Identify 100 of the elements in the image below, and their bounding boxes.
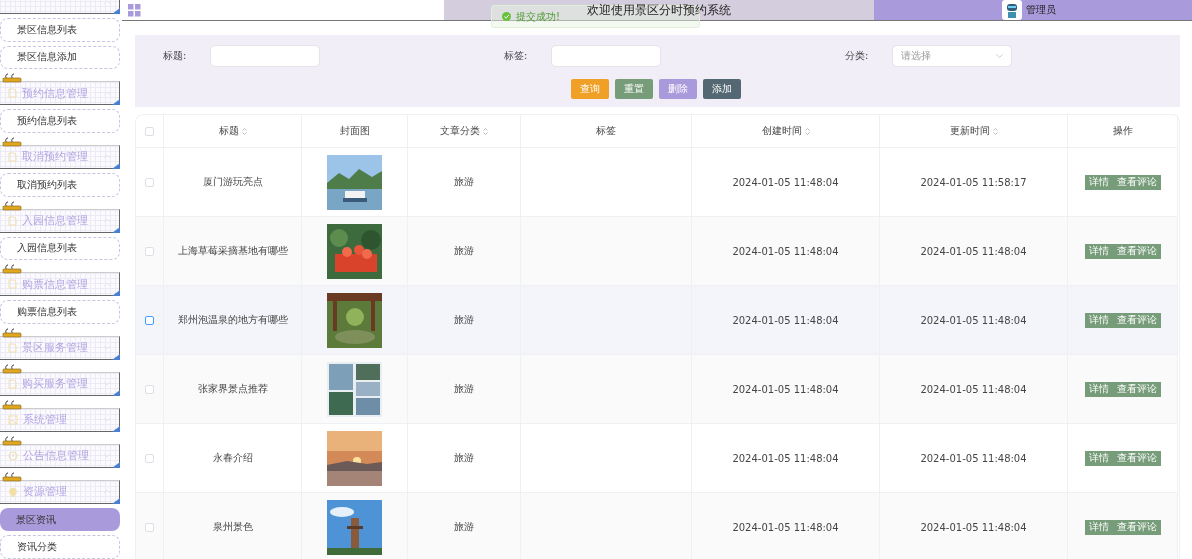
menu-header[interactable]: 公告信息管理 [0,443,120,468]
page-fold-icon [112,389,120,396]
page-fold-icon [112,290,120,297]
menu-header[interactable]: 资源管理 [0,479,120,504]
menu-header[interactable]: 系统管理 [0,407,120,432]
table-cell: 郑州泡温泉的地方有哪些 [164,286,302,355]
binder-clip-icon [2,471,22,482]
table-cell: 泉州景色 [164,493,302,559]
grid-menu-icon[interactable] [128,3,141,17]
row-action-link[interactable]: 详情 [1088,520,1109,534]
column-header[interactable]: 更新时间 [949,124,990,138]
menu-header[interactable]: 景区服务管理 [0,335,120,360]
menu-header[interactable]: 购票信息管理 [0,272,120,297]
action-button[interactable]: 查询 [570,79,609,99]
menu-item[interactable]: 预约信息列表 [0,109,120,133]
row-action-link[interactable]: 详情 [1088,175,1109,189]
table-cell: 2024-01-05 11:48:04 [692,286,880,355]
column-header[interactable]: 文章分类 [440,124,480,138]
action-button[interactable]: 添加 [702,79,741,99]
page-fold-icon [112,8,120,14]
table-cell: 旅游 [408,286,521,355]
image-icon [8,414,18,425]
menu-item[interactable]: 景区资讯 [0,507,120,532]
filter-label: 标签: [504,49,529,63]
sort-icon[interactable] [483,127,488,135]
table-cell: 旅游 [408,355,521,424]
menu-item[interactable]: 景区信息列表 [0,18,120,42]
table-cell: 2024-01-05 11:48:04 [880,493,1068,559]
system-title: 欢迎使用景区分时预约系统 [587,1,731,19]
table-cell: 旅游 [408,424,521,493]
row-action-link[interactable]: 详情 [1088,313,1109,327]
user-name[interactable]: 管理员 [1026,3,1056,17]
row-action-link[interactable]: 查看评论 [1116,313,1157,327]
table-cell: 张家界景点推荐 [164,355,302,424]
sort-icon[interactable] [804,127,810,135]
binder-clip-icon [2,435,22,446]
action-button[interactable]: 删除 [658,79,697,99]
bulb-icon [8,486,18,497]
menu-item[interactable]: 景区信息添加 [0,45,120,70]
document-icon [8,151,17,162]
page-fold-icon [112,353,120,360]
filter-label: 分类: [845,49,870,63]
sort-icon[interactable] [241,127,247,135]
table-cell: 2024-01-05 11:48:04 [692,424,880,493]
document-icon [8,378,17,389]
action-button[interactable]: 重置 [614,79,653,99]
table-cell: 旅游 [408,493,521,559]
category-select[interactable]: 请选择 [892,45,1012,67]
page-fold-icon [112,162,120,169]
page-fold-icon [112,461,120,468]
table-cell: 旅游 [408,217,521,286]
binder-clip-icon [2,136,22,147]
row-checkbox[interactable] [145,315,154,325]
filter-input[interactable] [551,45,661,67]
table-cell: 2024-01-05 11:48:04 [880,424,1068,493]
row-action-link[interactable]: 查看评论 [1116,175,1157,189]
row-action-link[interactable]: 详情 [1088,451,1109,465]
chevron-down-icon [996,54,1003,58]
column-header[interactable]: 标题 [218,124,239,138]
row-action-link[interactable]: 查看评论 [1116,244,1157,258]
select-all-checkbox[interactable] [145,126,154,136]
row-action-link[interactable]: 详情 [1088,382,1109,396]
column-header[interactable]: 创建时间 [761,124,802,138]
table-cell: 2024-01-05 11:48:04 [880,217,1068,286]
row-action-link[interactable]: 查看评论 [1116,520,1157,534]
table-cell: 永春介绍 [164,424,302,493]
binder-clip-icon [2,73,22,84]
check-circle-icon [502,12,511,21]
menu-item[interactable]: 购票信息列表 [0,300,120,324]
table-cell: 2024-01-05 11:48:04 [880,355,1068,424]
page-fold-icon [112,99,120,106]
menu-item[interactable]: 取消预约列表 [0,172,120,197]
page-fold-icon [112,425,120,432]
row-action-link[interactable]: 详情 [1088,244,1109,258]
column-header: 封面图 [339,124,370,138]
menu-header[interactable]: 取消预约管理 [0,144,120,169]
table-cell: 2024-01-05 11:48:04 [880,286,1068,355]
document-icon [8,215,17,226]
binder-clip-icon [2,363,22,374]
robot-avatar-icon[interactable] [1002,0,1022,20]
table-cell: 2024-01-05 11:48:04 [692,148,880,217]
sort-icon[interactable] [992,127,998,135]
row-action-link[interactable]: 查看评论 [1116,451,1157,465]
menu-header[interactable]: 购买服务管理 [0,371,120,396]
table-cell: 2024-01-05 11:48:04 [692,355,880,424]
toast-message: 提交成功! [516,9,560,24]
column-header: 操作 [1112,124,1133,138]
binder-clip-icon [2,399,22,410]
document-icon [8,342,17,353]
menu-item[interactable]: 资讯分类 [0,535,120,559]
filter-input[interactable] [210,45,320,67]
document-icon [8,279,17,290]
binder-clip-icon [2,264,22,275]
menu-item[interactable]: 入园信息列表 [0,236,120,261]
row-action-link[interactable]: 查看评论 [1116,382,1157,396]
menu-header[interactable]: 预约信息管理 [0,81,120,106]
info-icon [8,450,18,461]
table-cell: 厦门游玩亮点 [164,148,302,217]
page-fold-icon [112,226,120,233]
menu-header[interactable]: 入园信息管理 [0,208,120,233]
